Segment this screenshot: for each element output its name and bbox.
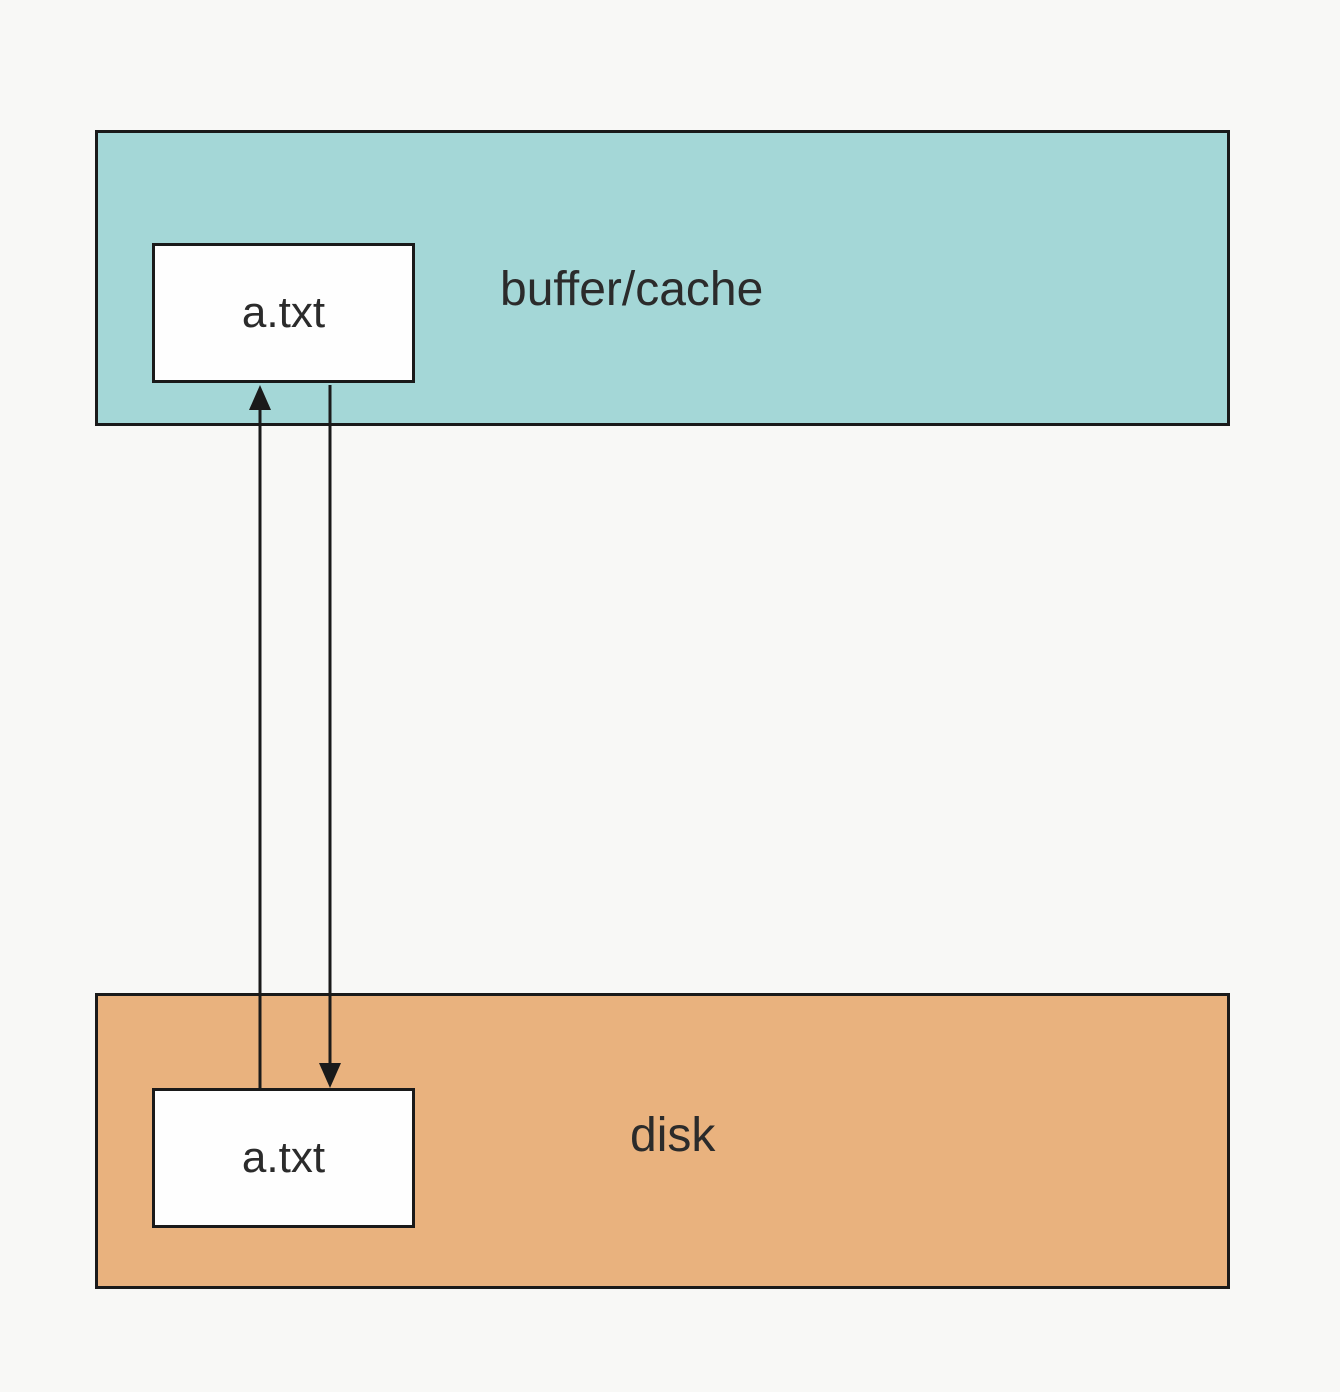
cache-file-box: a.txt	[152, 243, 415, 383]
disk-file-box: a.txt	[152, 1088, 415, 1228]
diagram-canvas: a.txt a.txt buffer/cache disk	[0, 0, 1340, 1392]
disk-label: disk	[630, 1108, 715, 1163]
disk-file-label: a.txt	[242, 1133, 325, 1183]
cache-file-label: a.txt	[242, 288, 325, 338]
buffer-cache-label: buffer/cache	[500, 262, 763, 317]
